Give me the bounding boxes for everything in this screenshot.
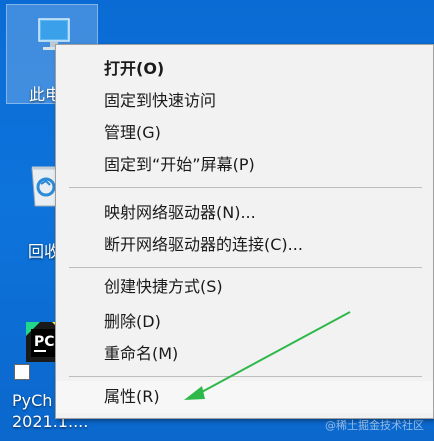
menu-item-pin-start[interactable]: 固定到“开始”屏幕(P) <box>56 149 433 181</box>
svg-text:PC: PC <box>34 334 55 350</box>
menu-item-manage[interactable]: 管理(G) <box>56 117 433 149</box>
menu-item-properties[interactable]: 属性(R) <box>56 381 433 413</box>
menu-item-disconnect-network-drive[interactable]: 断开网络驱动器的连接(C)... <box>56 229 433 261</box>
menu-item-open[interactable]: 打开(O) <box>56 53 433 85</box>
menu-separator <box>69 376 422 377</box>
menu-separator <box>69 267 422 268</box>
shortcut-arrow-icon <box>14 364 30 380</box>
watermark: @稀土掘金技术社区 <box>325 419 424 432</box>
menu-separator <box>69 187 422 188</box>
context-menu: 打开(O) 固定到快速访问 管理(G) 固定到“开始”屏幕(P) 映射网络驱动器… <box>55 44 434 419</box>
menu-item-pin-quick-access[interactable]: 固定到快速访问 <box>56 85 433 117</box>
menu-item-rename[interactable]: 重命名(M) <box>56 338 433 370</box>
recycle-bin-label: 回收 <box>28 242 61 261</box>
menu-item-delete[interactable]: 删除(D) <box>56 306 433 338</box>
menu-item-map-network-drive[interactable]: 映射网络驱动器(N)... <box>56 197 433 229</box>
menu-item-create-shortcut[interactable]: 创建快捷方式(S) <box>56 271 433 303</box>
